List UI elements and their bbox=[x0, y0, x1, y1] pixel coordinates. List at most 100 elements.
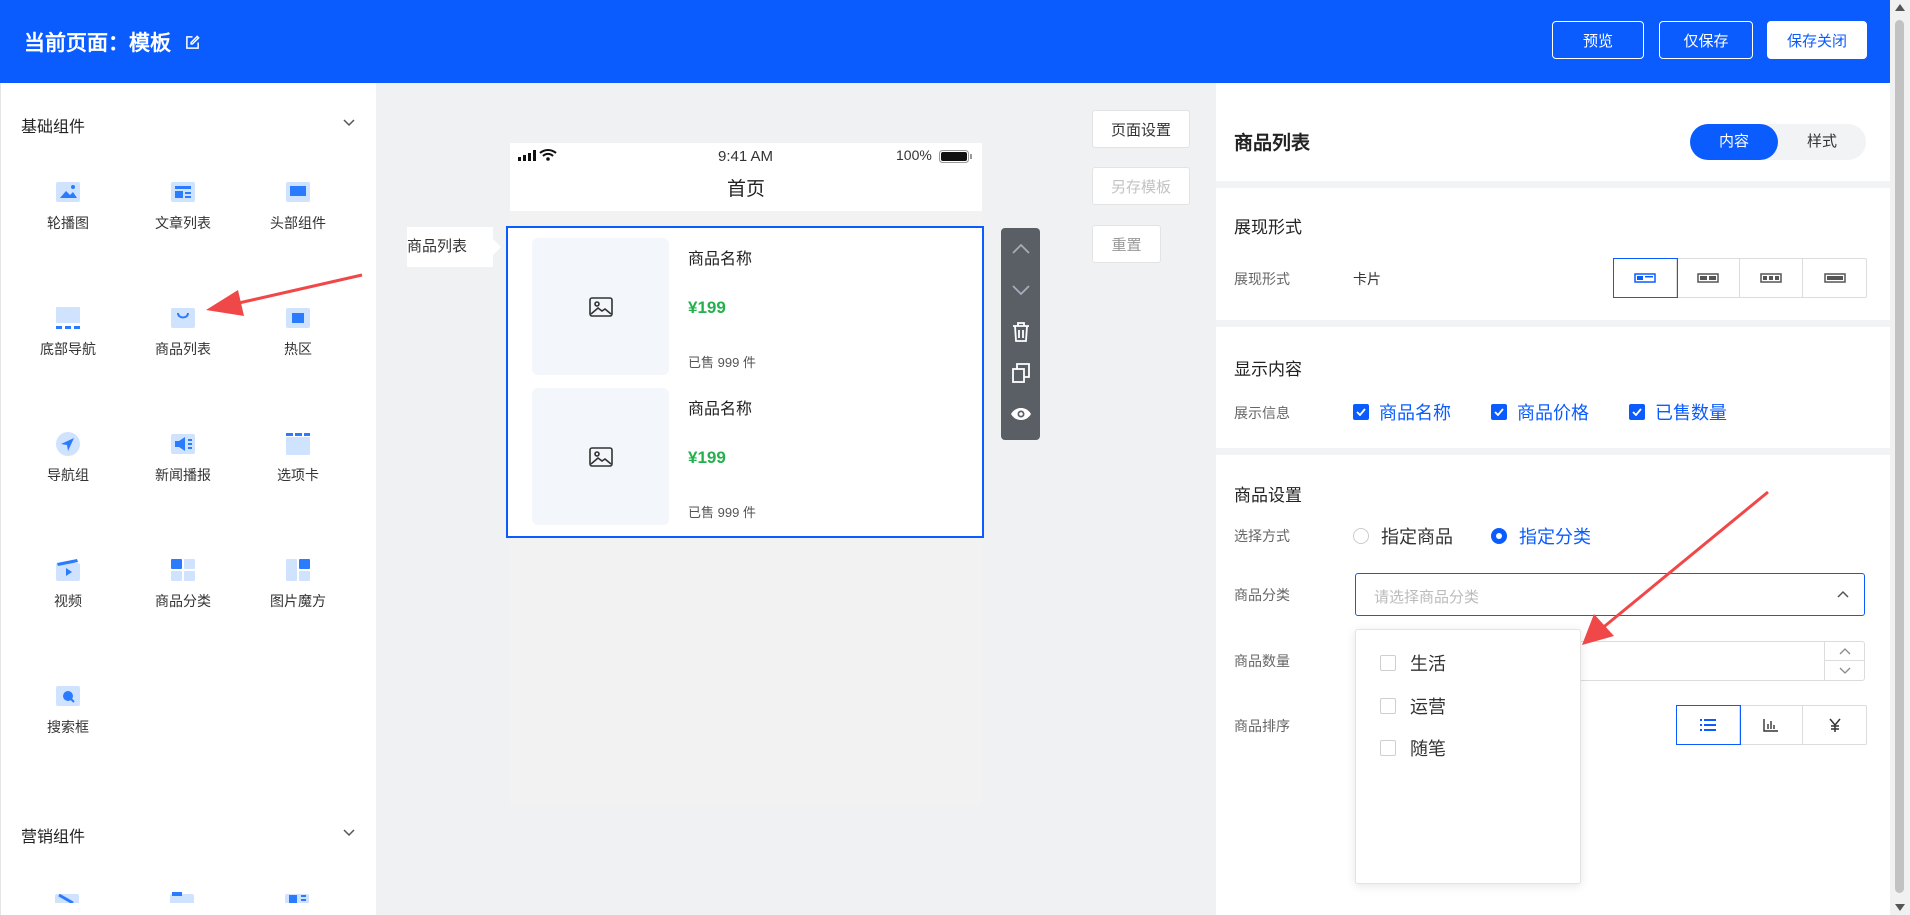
decrement-chevron-down-icon[interactable] bbox=[1825, 661, 1864, 680]
product-card[interactable]: 商品名称 ¥199 已售 999 件 bbox=[522, 228, 966, 375]
folder-icon[interactable] bbox=[168, 891, 196, 903]
component-bottom-nav[interactable]: 底部导航 bbox=[13, 305, 123, 359]
product-name: 商品名称 bbox=[688, 401, 753, 418]
settings-panel-title: 商品列表 bbox=[1234, 133, 1311, 154]
category-select[interactable]: 请选择商品分类 bbox=[1355, 573, 1865, 616]
delete-icon[interactable] bbox=[1009, 320, 1032, 343]
component-article-list[interactable]: 文章列表 bbox=[128, 179, 238, 233]
coupon-icon[interactable] bbox=[53, 891, 81, 903]
edit-icon[interactable] bbox=[185, 34, 200, 50]
component-label: 文章列表 bbox=[155, 215, 211, 231]
component-video[interactable]: 视频 bbox=[13, 557, 123, 611]
editor-canvas: 9:41 AM 100% 首页 商品名称 ¥199 已售 999 件 商品名称 … bbox=[376, 83, 1216, 915]
checked-icon bbox=[1353, 404, 1369, 420]
page-title: 当前页面：模板 bbox=[24, 27, 200, 57]
wifi-icon bbox=[539, 149, 557, 161]
page-settings-button[interactable]: 页面设置 bbox=[1092, 110, 1190, 148]
scroll-down-arrow-icon[interactable] bbox=[1895, 904, 1905, 911]
tab-style[interactable]: 样式 bbox=[1778, 124, 1866, 160]
category-select-placeholder: 请选择商品分类 bbox=[1374, 589, 1480, 606]
dropdown-option-operation[interactable]: 运营 bbox=[1380, 693, 1446, 719]
layout-single-row-icon[interactable] bbox=[1803, 259, 1866, 297]
sort-sales-chart-icon[interactable] bbox=[1740, 706, 1803, 744]
window-scrollbar[interactable] bbox=[1890, 0, 1910, 915]
product-card[interactable]: 商品名称 ¥199 已售 999 件 bbox=[522, 378, 966, 525]
checkbox-product-price[interactable]: 商品价格 bbox=[1491, 399, 1589, 425]
content-style-tabs: 内容 样式 bbox=[1690, 124, 1866, 160]
layout-two-column-icon[interactable] bbox=[1677, 259, 1740, 297]
status-time: 9:41 AM bbox=[718, 148, 774, 165]
component-news-broadcast[interactable]: 新闻播报 bbox=[128, 431, 238, 485]
marketing-components-group-header[interactable]: 营销组件 bbox=[21, 823, 356, 847]
component-label: 底部导航 bbox=[40, 341, 96, 357]
component-search-box[interactable]: 搜索框 bbox=[13, 683, 123, 737]
image-carousel-icon bbox=[54, 179, 82, 205]
component-image-cube[interactable]: 图片魔方 bbox=[243, 557, 353, 611]
display-section-title: 展现形式 bbox=[1234, 218, 1302, 237]
component-product-list[interactable]: 商品列表 bbox=[128, 305, 238, 359]
save-as-template-button[interactable]: 另存模板 bbox=[1092, 167, 1190, 205]
component-label: 商品分类 bbox=[155, 593, 211, 609]
checkbox-empty-icon[interactable] bbox=[1380, 698, 1396, 714]
product-list-icon bbox=[169, 305, 197, 331]
radio-label: 指定分类 bbox=[1519, 527, 1591, 547]
display-form-value: 卡片 bbox=[1353, 271, 1381, 287]
visibility-eye-icon[interactable] bbox=[1009, 402, 1032, 425]
checkbox-product-name[interactable]: 商品名称 bbox=[1353, 399, 1451, 425]
signal-icon bbox=[518, 150, 536, 161]
checkbox-sold-count[interactable]: 已售数量 bbox=[1629, 399, 1727, 425]
component-label: 视频 bbox=[54, 593, 82, 609]
save-only-button[interactable]: 仅保存 bbox=[1659, 21, 1753, 59]
chevron-down-icon[interactable] bbox=[342, 115, 356, 129]
product-image-placeholder bbox=[532, 388, 669, 525]
chevron-down-icon[interactable] bbox=[342, 825, 356, 839]
component-tag-label: 商品列表 bbox=[407, 227, 501, 267]
hotspot-icon bbox=[284, 305, 312, 331]
checked-icon bbox=[1629, 404, 1645, 420]
category-label: 商品分类 bbox=[1234, 587, 1290, 603]
page-title-text: 当前页面：模板 bbox=[24, 32, 171, 55]
component-product-category[interactable]: 商品分类 bbox=[128, 557, 238, 611]
sort-price-yen-icon[interactable] bbox=[1803, 706, 1866, 744]
sort-default-list-icon[interactable] bbox=[1676, 705, 1741, 745]
stepper-controls bbox=[1824, 642, 1864, 680]
component-header[interactable]: 头部组件 bbox=[243, 179, 353, 233]
preview-button[interactable]: 预览 bbox=[1552, 21, 1644, 59]
component-nav-group[interactable]: 导航组 bbox=[13, 431, 123, 485]
image-icon bbox=[588, 446, 613, 467]
checkbox-empty-icon[interactable] bbox=[1380, 740, 1396, 756]
radio-specified-product[interactable]: 指定商品 bbox=[1353, 523, 1453, 549]
reset-button[interactable]: 重置 bbox=[1092, 225, 1161, 263]
phone-preview: 9:41 AM 100% 首页 商品名称 ¥199 已售 999 件 商品名称 … bbox=[506, 143, 984, 805]
checked-icon bbox=[1491, 404, 1507, 420]
content-section-title: 显示内容 bbox=[1234, 360, 1302, 379]
copy-icon[interactable] bbox=[1009, 361, 1032, 384]
save-close-button[interactable]: 保存关闭 bbox=[1767, 21, 1867, 59]
layout-three-column-icon[interactable] bbox=[1740, 259, 1803, 297]
selected-component-frame[interactable]: 商品名称 ¥199 已售 999 件 商品名称 ¥199 已售 999 件 bbox=[506, 226, 984, 538]
broadcast-icon[interactable] bbox=[283, 891, 311, 903]
dropdown-option-life[interactable]: 生活 bbox=[1380, 650, 1446, 676]
radio-selected-icon bbox=[1491, 528, 1507, 544]
layout-card-icon[interactable] bbox=[1613, 258, 1678, 298]
scroll-up-arrow-icon[interactable] bbox=[1895, 4, 1905, 11]
radio-specified-category[interactable]: 指定分类 bbox=[1491, 523, 1591, 549]
component-label: 选项卡 bbox=[277, 467, 319, 483]
status-battery-percent: 100% bbox=[896, 147, 932, 163]
tab-content[interactable]: 内容 bbox=[1690, 124, 1778, 160]
component-tabs[interactable]: 选项卡 bbox=[243, 431, 353, 485]
display-info-label: 展示信息 bbox=[1234, 405, 1290, 421]
move-down-icon[interactable] bbox=[1009, 278, 1032, 301]
scrollbar-thumb[interactable] bbox=[1895, 20, 1904, 893]
component-carousel[interactable]: 轮播图 bbox=[13, 179, 123, 233]
chevron-up-icon[interactable] bbox=[1836, 588, 1850, 602]
radio-circle-icon bbox=[1353, 528, 1369, 544]
increment-chevron-up-icon[interactable] bbox=[1825, 642, 1864, 661]
move-up-icon[interactable] bbox=[1009, 237, 1032, 260]
dropdown-option-essay[interactable]: 随笔 bbox=[1380, 735, 1446, 761]
checkbox-empty-icon[interactable] bbox=[1380, 655, 1396, 671]
component-hotspot[interactable]: 热区 bbox=[243, 305, 353, 359]
product-sold: 已售 999 件 bbox=[688, 355, 756, 370]
basic-components-group-header[interactable]: 基础组件 bbox=[21, 113, 356, 137]
article-list-icon bbox=[169, 179, 197, 205]
